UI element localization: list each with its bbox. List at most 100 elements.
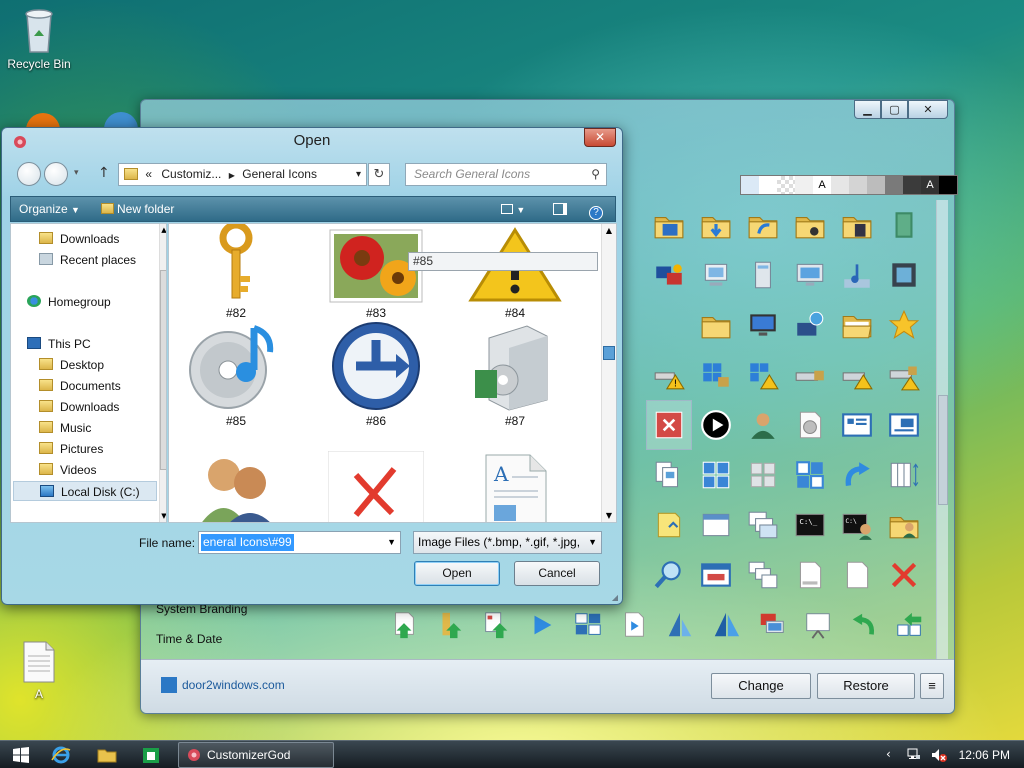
- color-swatch[interactable]: A: [921, 176, 939, 194]
- color-swatch[interactable]: [849, 176, 867, 194]
- drive-lock-icon[interactable]: [787, 350, 833, 400]
- red-x-icon[interactable]: [881, 550, 927, 600]
- window-stack-icon[interactable]: [740, 500, 786, 550]
- file-item[interactable]: #87: [467, 320, 563, 428]
- network-color-icon[interactable]: [646, 250, 692, 300]
- file-item[interactable]: #86: [328, 320, 424, 428]
- window-edit-icon[interactable]: [693, 550, 739, 600]
- nav-item[interactable]: Downloads: [39, 397, 119, 417]
- scroll-thumb[interactable]: [938, 395, 948, 505]
- color-swatch[interactable]: [741, 176, 759, 194]
- maximize-button[interactable]: ▢: [881, 100, 908, 119]
- open-button[interactable]: Open: [414, 561, 500, 586]
- tiles-green-icon[interactable]: [887, 600, 933, 650]
- clock[interactable]: 12:06 PM: [959, 741, 1010, 768]
- address-segment-general-icons[interactable]: General Icons: [242, 167, 317, 181]
- address-dropdown-icon[interactable]: ▾: [356, 164, 361, 185]
- grid-tiles-icon[interactable]: [693, 450, 739, 500]
- address-bar[interactable]: « Customiz... ▶ General Icons ▾: [118, 163, 367, 186]
- monitor-red-icon[interactable]: [749, 600, 795, 650]
- nav-item[interactable]: Music: [39, 418, 91, 438]
- scroll-down-icon[interactable]: ▼: [602, 511, 616, 520]
- nav-item[interactable]: Downloads: [39, 229, 119, 249]
- monitor-blue-icon[interactable]: [740, 300, 786, 350]
- color-swatch[interactable]: [795, 176, 813, 194]
- tiles-arrow-icon[interactable]: [565, 600, 611, 650]
- file-scroll-thumb[interactable]: [603, 346, 615, 360]
- customizer-scrollbar[interactable]: [936, 200, 948, 660]
- filename-input[interactable]: eneral Icons\#99 ▼: [198, 531, 401, 554]
- folder-user-icon[interactable]: [881, 500, 927, 550]
- nav-item[interactable]: This PC: [27, 334, 91, 354]
- nav-scrollbar[interactable]: ▲ ▼: [159, 224, 166, 522]
- organize-button[interactable]: Organize ▼: [19, 197, 80, 222]
- nav-item[interactable]: Local Disk (C:): [13, 481, 157, 501]
- volume-muted-icon[interactable]: [930, 747, 948, 763]
- window-bars-icon[interactable]: [881, 400, 927, 450]
- close-red-icon[interactable]: [646, 400, 692, 450]
- dialog-close-button[interactable]: ✕: [584, 128, 616, 147]
- sail-blue-icon[interactable]: [703, 600, 749, 650]
- cancel-button[interactable]: Cancel: [514, 561, 600, 586]
- category-item[interactable]: System Branding: [156, 602, 247, 632]
- empty-cell[interactable]: [646, 300, 692, 350]
- folder-arrow-icon[interactable]: [740, 200, 786, 250]
- recycle-bin-shortcut[interactable]: Recycle Bin: [4, 6, 74, 71]
- bookmark-green-arrow-icon[interactable]: [427, 600, 473, 650]
- grid-blue-icon[interactable]: [787, 450, 833, 500]
- drive-warning-icon[interactable]: [834, 350, 880, 400]
- page-green-arrow-icon[interactable]: [381, 600, 427, 650]
- store-icon[interactable]: [140, 744, 162, 766]
- color-swatch[interactable]: [831, 176, 849, 194]
- book-icon[interactable]: [881, 200, 927, 250]
- grid-gray-icon[interactable]: [740, 450, 786, 500]
- play-circle-icon[interactable]: [693, 400, 739, 450]
- scroll-down-icon[interactable]: ▼: [160, 512, 166, 520]
- minimize-button[interactable]: ▁: [854, 100, 881, 119]
- filetype-select[interactable]: Image Files (*.bmp, *.gif, *.jpg, ▼: [413, 531, 602, 554]
- new-folder-button[interactable]: New folder: [101, 197, 174, 221]
- cd-doc-icon[interactable]: [787, 400, 833, 450]
- back-button[interactable]: [17, 162, 41, 186]
- lock-warning-icon[interactable]: !: [646, 350, 692, 400]
- file-explorer-icon[interactable]: [96, 744, 118, 766]
- windows-lock-icon[interactable]: [693, 350, 739, 400]
- resize-grip-icon[interactable]: ◢: [612, 593, 618, 602]
- search-input[interactable]: Search General Icons ⚲: [405, 163, 607, 186]
- file-item[interactable]: [328, 439, 424, 522]
- file-item[interactable]: #84: [467, 224, 563, 320]
- view-options-button[interactable]: ▼: [501, 197, 525, 222]
- color-swatch[interactable]: [903, 176, 921, 194]
- color-swatch[interactable]: [885, 176, 903, 194]
- color-swatch[interactable]: A: [813, 176, 831, 194]
- page-blank-icon[interactable]: [834, 550, 880, 600]
- close-button[interactable]: ✕: [908, 100, 948, 119]
- file-item[interactable]: #82: [188, 224, 284, 320]
- address-segment-customizer[interactable]: Customiz...: [161, 167, 221, 181]
- star-icon[interactable]: [881, 300, 927, 350]
- file-item[interactable]: A: [467, 439, 563, 522]
- restore-button[interactable]: Restore: [817, 673, 915, 699]
- network-globe-icon[interactable]: [787, 300, 833, 350]
- category-item[interactable]: Time & Date: [156, 632, 247, 662]
- nav-item[interactable]: Pictures: [39, 439, 103, 459]
- projector-icon[interactable]: [795, 600, 841, 650]
- page-icon[interactable]: [787, 550, 833, 600]
- show-hidden-icons-icon[interactable]: ‹: [886, 747, 891, 761]
- folder-down-icon[interactable]: [693, 200, 739, 250]
- network-icon[interactable]: [906, 747, 922, 763]
- scroll-up-icon[interactable]: ▲: [602, 226, 616, 235]
- change-button[interactable]: Change: [711, 673, 811, 699]
- scroll-up-icon[interactable]: ▲: [160, 226, 166, 234]
- stacked-docs-icon[interactable]: [646, 450, 692, 500]
- calendar-icon[interactable]: [693, 500, 739, 550]
- redo-arrow-icon[interactable]: [834, 450, 880, 500]
- internet-explorer-icon[interactable]: [50, 744, 72, 766]
- monitor-icon[interactable]: [787, 250, 833, 300]
- user-icon[interactable]: [740, 400, 786, 450]
- folder-blue-icon[interactable]: [646, 200, 692, 250]
- file-item[interactable]: #83: [328, 224, 424, 320]
- file-scrollbar[interactable]: ▲ ▼: [601, 224, 616, 522]
- file-item[interactable]: [188, 439, 284, 522]
- music-note-icon[interactable]: [834, 250, 880, 300]
